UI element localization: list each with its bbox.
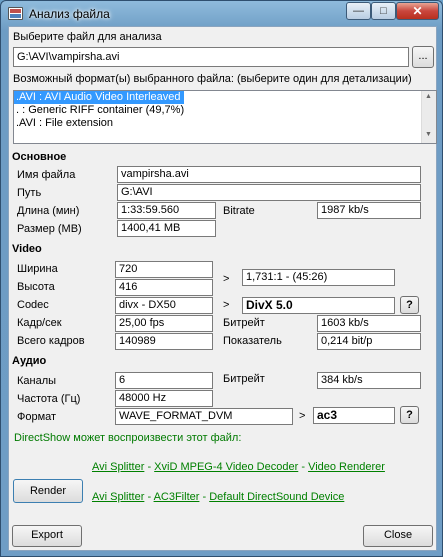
format-item-avi[interactable]: .AVI : AVI Audio Video Interleaved (50,2… bbox=[14, 91, 222, 104]
chain1-video-renderer-link[interactable]: Video Renderer bbox=[308, 461, 385, 473]
chain2-avi-splitter-link[interactable]: Avi Splitter bbox=[92, 491, 144, 503]
video-bitrate-label: Битрейт bbox=[223, 317, 265, 329]
channels-label: Каналы bbox=[17, 375, 57, 387]
codec-field: divx - DX50 bbox=[115, 297, 213, 314]
width-field: 720 bbox=[115, 261, 213, 278]
bitrate-field: 1987 kb/s bbox=[317, 202, 421, 219]
format-field: WAVE_FORMAT_DVM bbox=[115, 408, 293, 425]
channels-field: 6 bbox=[115, 372, 213, 389]
scroll-up-icon[interactable]: ▲ bbox=[425, 93, 432, 100]
basic-section-title: Основное bbox=[12, 151, 67, 163]
chain1-separator: - bbox=[147, 461, 152, 473]
codec-arrow: > bbox=[223, 299, 230, 311]
chain2-directsound-link[interactable]: Default DirectSound Device bbox=[209, 491, 344, 503]
chain2-ac3filter-link[interactable]: AC3Filter bbox=[154, 491, 200, 503]
codec-label: Codec bbox=[17, 299, 49, 311]
size-label: Размер (МВ) bbox=[17, 223, 82, 235]
filename-field: vampirsha.avi bbox=[117, 166, 421, 183]
video-bitrate-field: 1603 kb/s bbox=[317, 315, 421, 332]
file-path-input[interactable]: G:\AVI\vampirsha.avi bbox=[13, 47, 409, 67]
close-button[interactable]: Close bbox=[363, 525, 433, 547]
format-item-extension[interactable]: .AVI : File extension bbox=[14, 117, 436, 130]
formats-label: Возможный формат(ы) выбранного файла: (в… bbox=[13, 73, 412, 85]
duration-label: Длина (мин) bbox=[17, 205, 80, 217]
window-title: Анализ файла bbox=[29, 7, 110, 21]
dialog-body: Выберите файл для анализа G:\AVI\vampirs… bbox=[8, 26, 437, 551]
width-label: Ширина bbox=[17, 263, 58, 275]
codec-help-button[interactable]: ? bbox=[400, 296, 419, 314]
analysis-window: Анализ файла — □ ✕ Выберите файл для ана… bbox=[0, 0, 443, 557]
close-window-button[interactable]: ✕ bbox=[396, 2, 439, 20]
scroll-down-icon[interactable]: ▼ bbox=[425, 131, 432, 138]
browse-button[interactable]: ... bbox=[412, 46, 434, 68]
file-select-label: Выберите файл для анализа bbox=[13, 31, 162, 43]
maximize-button[interactable]: □ bbox=[371, 2, 396, 20]
fps-field: 25,00 fps bbox=[115, 315, 213, 332]
directshow-label: DirectShow может воспроизвести этот файл… bbox=[14, 432, 242, 444]
quality-label: Показатель bbox=[223, 335, 282, 347]
frequency-label: Частота (Гц) bbox=[17, 393, 81, 405]
audio-section-title: Аудио bbox=[12, 355, 47, 367]
aspect-arrow: > bbox=[223, 273, 230, 285]
format-label: Формат bbox=[17, 411, 57, 423]
filename-label: Имя файла bbox=[17, 169, 76, 181]
format-help-button[interactable]: ? bbox=[400, 406, 419, 424]
frequency-field: 48000 Hz bbox=[115, 390, 213, 407]
path-label: Путь bbox=[17, 187, 42, 199]
height-label: Высота bbox=[17, 281, 55, 293]
height-field: 416 bbox=[115, 279, 213, 296]
chain1-avi-splitter-link[interactable]: Avi Splitter bbox=[92, 461, 144, 473]
formats-scrollbar[interactable]: ▲ ▼ bbox=[421, 91, 436, 143]
duration-field: 1:33:59.560 bbox=[117, 202, 216, 219]
render-button[interactable]: Render bbox=[13, 479, 83, 503]
quality-field: 0,214 bit/p bbox=[317, 333, 421, 350]
title-bar[interactable]: Анализ файла — □ ✕ bbox=[1, 1, 442, 27]
format-arrow: > bbox=[299, 410, 306, 422]
minimize-button[interactable]: — bbox=[346, 2, 371, 20]
path-field: G:\AVI bbox=[117, 184, 421, 201]
chain2-separator: - bbox=[147, 491, 152, 503]
export-button[interactable]: Export bbox=[12, 525, 82, 547]
audio-filter-chain: Avi Splitter - AC3Filter - Default Direc… bbox=[92, 491, 344, 503]
video-filter-chain: Avi Splitter - XviD MPEG-4 Video Decoder… bbox=[92, 461, 385, 473]
frames-field: 140989 bbox=[115, 333, 213, 350]
fps-label: Кадр/сек bbox=[17, 317, 62, 329]
frames-label: Всего кадров bbox=[17, 335, 85, 347]
chain1-xvid-decoder-link[interactable]: XviD MPEG-4 Video Decoder bbox=[154, 461, 298, 473]
app-icon bbox=[8, 7, 23, 20]
codec-name-field: DivX 5.0 bbox=[242, 297, 395, 314]
chain1-separator: - bbox=[301, 461, 305, 473]
audio-bitrate-field: 384 kb/s bbox=[317, 372, 421, 389]
formats-listbox[interactable]: .AVI : AVI Audio Video Interleaved (50,2… bbox=[13, 90, 437, 144]
audio-bitrate-label: Битрейт bbox=[223, 373, 265, 385]
size-field: 1400,41 MB bbox=[117, 220, 216, 237]
chain2-separator: - bbox=[202, 491, 207, 503]
format-name-field: ac3 bbox=[313, 407, 395, 424]
bitrate-label: Bitrate bbox=[223, 205, 255, 217]
aspect-field: 1,731:1 - (45:26) bbox=[242, 269, 395, 286]
format-item-riff[interactable]: . : Generic RIFF container (49,7%) bbox=[14, 104, 436, 117]
video-section-title: Video bbox=[12, 243, 42, 255]
